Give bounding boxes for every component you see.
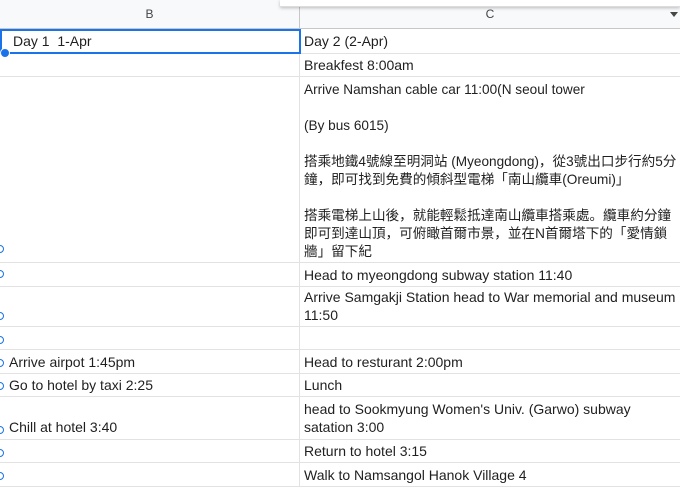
table-row: Arrive airpot 1:45pm Head to resturant 2… [0,350,680,374]
fill-handle[interactable] [0,48,10,58]
cell-b[interactable]: Go to hotel by taxi 2:25 [0,374,300,396]
column-header-b[interactable]: B [0,0,300,29]
spreadsheet: B C Day 1 1-Apr Day 2 (2-Apr) Breakfest … [0,0,680,491]
table-row: Go to hotel by taxi 2:25 Lunch [0,374,680,397]
cell-c[interactable]: Head to resturant 2:00pm [300,350,680,373]
cell-b[interactable]: Day 1 1-Apr [0,29,300,53]
cell-c[interactable]: Arrive Namshan cable car 11:00(N seoul t… [300,77,680,262]
column-menu-chevron-down-icon[interactable] [670,12,678,17]
cell-b[interactable] [0,263,300,286]
cell-b[interactable] [0,463,300,486]
cell-b[interactable]: Chill at hotel 3:40 [0,397,300,439]
cell-c[interactable]: Day 2 (2-Apr) [300,29,680,53]
table-row: Day 1 1-Apr Day 2 (2-Apr) [0,29,680,54]
table-row: Chill at hotel 3:40 head to Sookmyung Wo… [0,397,680,440]
column-header-c-label: C [485,7,495,21]
cell-c[interactable]: Return to hotel 3:15 [300,440,680,462]
cell-b[interactable] [0,77,300,262]
cell-c[interactable]: head to Sookmyung Women's Univ. (Garwo) … [300,397,680,439]
table-row [0,327,680,350]
cell-b[interactable] [0,287,300,326]
table-row: Arrive Namshan cable car 11:00(N seoul t… [0,77,680,263]
table-row: Breakfest 8:00am [0,54,680,77]
cell-b[interactable] [0,54,300,76]
cell-c[interactable]: Arrive Samgakji Station head to War memo… [300,287,680,326]
table-row: Walk to Namsangol Hanok Village 4 [0,463,680,487]
cell-c[interactable]: Walk to Namsangol Hanok Village 4 [300,463,680,486]
cell-b[interactable] [0,327,300,349]
cell-c[interactable] [300,327,680,349]
table-row: Arrive Samgakji Station head to War memo… [0,287,680,327]
cell-b[interactable]: Arrive airpot 1:45pm [0,350,300,373]
cell-b[interactable] [0,440,300,462]
cell-c[interactable]: Breakfest 8:00am [300,54,680,76]
floating-panel-edge [280,0,680,7]
cell-c[interactable]: Head to myeongdong subway station 11:40 [300,263,680,286]
table-row: Return to hotel 3:15 [0,440,680,463]
table-row: Head to myeongdong subway station 11:40 [0,263,680,287]
cell-c[interactable]: Lunch [300,374,680,396]
